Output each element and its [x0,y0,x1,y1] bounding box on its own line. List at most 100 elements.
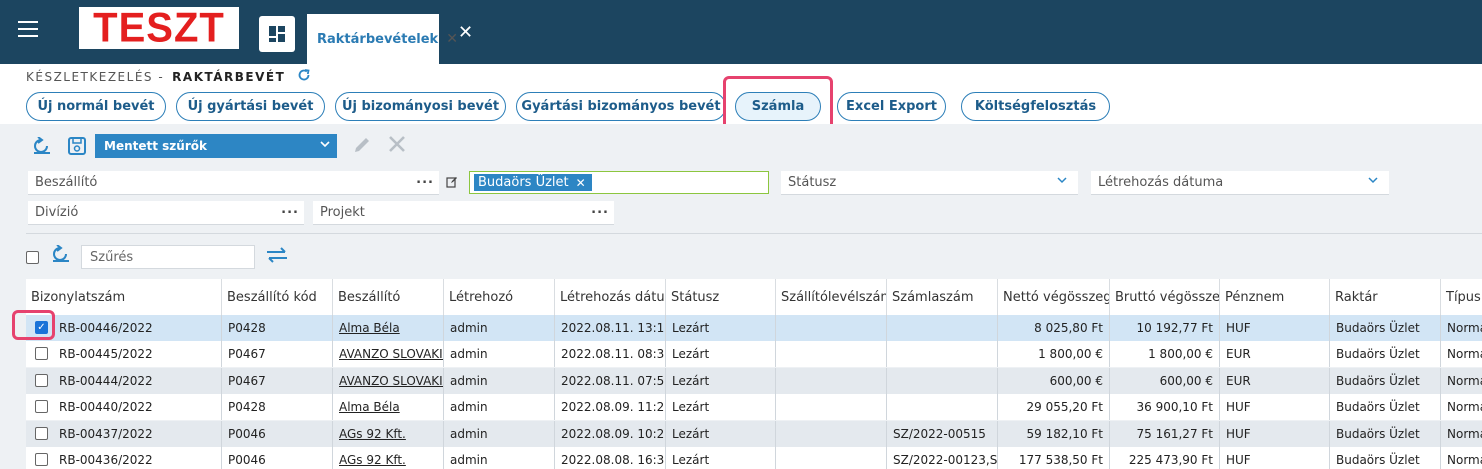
column-header[interactable]: Létrehozó [444,279,555,315]
more-icon[interactable]: ... [281,202,299,217]
cell-supplier[interactable]: AVANZO SLOVAKIA [333,341,444,368]
menu-icon[interactable] [18,21,38,37]
cell-supplier[interactable]: Alma Béla [333,315,444,341]
tab-raktarbevetelek[interactable]: Raktárbevételek ✕ [307,14,458,64]
column-header[interactable]: Bizonylatszám [26,279,222,315]
cell-delivery [776,341,887,368]
breadcrumb: KÉSZLETKEZELÉS - RAKTÁRBEVÉT [26,68,311,86]
saved-filters-dropdown[interactable]: Mentett szűrők [95,134,337,158]
table-row[interactable]: RB-00446/2022 P0428 Alma Béla admin 2022.08.… [26,315,1482,341]
cell-currency: HUF [1220,447,1330,469]
cell-gross: 1 800,00 € [1110,341,1220,368]
swap-columns-icon[interactable] [266,247,288,268]
cell-net: 1 800,00 € [998,341,1110,368]
table-row[interactable]: RB-00444/2022 P0467 AVANZO SLOVAKIA admin 20… [26,367,1482,394]
column-header[interactable]: Státusz [666,279,776,315]
cell-warehouse: Budaörs Üzlet [1330,394,1441,421]
table-row[interactable]: RB-00445/2022 P0467 AVANZO SLOVAKIA admin 20… [26,341,1482,368]
refresh-icon[interactable] [297,68,311,86]
cell-gross: 10 192,77 Ft [1110,315,1220,341]
edit-filter-icon[interactable] [352,135,372,160]
chevron-down-icon [1056,174,1068,189]
column-header[interactable]: Bruttó végösszeg [1110,279,1220,315]
delete-filter-icon[interactable] [388,135,406,158]
column-header[interactable]: Típus [1441,279,1482,315]
cell-gross: 225 473,90 Ft [1110,447,1220,469]
cell-doc: RB-00444/2022 [26,367,222,394]
cell-invoice [887,315,998,341]
cell-code: P0046 [222,447,333,469]
cell-warehouse: Budaörs Üzlet [1330,367,1441,394]
column-header[interactable]: Pénznem [1220,279,1330,315]
production-consignment-receipt-button[interactable]: Gyártási bizományos bevét [516,92,726,121]
new-normal-receipt-button[interactable]: Új normál bevét [26,92,166,121]
excel-export-button[interactable]: Excel Export [837,92,946,121]
cell-status: Lezárt [666,367,776,394]
filter-tag: Budaörs Üzlet ✕ [474,174,592,191]
new-production-receipt-button[interactable]: Új gyártási bevét [176,92,325,121]
more-icon[interactable]: ... [416,172,434,187]
tab-close-icon[interactable]: ✕ [446,31,458,47]
row-checkbox[interactable] [35,347,48,361]
select-all-checkbox[interactable] [26,251,39,264]
division-filter[interactable]: Divízió ... [28,201,304,225]
cell-supplier[interactable]: Alma Béla [333,394,444,421]
tab-label: Raktárbevételek [317,31,439,47]
status-filter[interactable]: Státusz [781,171,1078,195]
cell-supplier[interactable]: AGs 92 Kft. [333,447,444,469]
tag-remove-icon[interactable]: ✕ [576,176,586,190]
row-checkbox[interactable] [35,453,48,466]
warehouse-filter[interactable]: Budaörs Üzlet ✕ [469,171,769,194]
cell-type: Normál [1447,321,1482,335]
refresh-list-icon[interactable] [51,244,71,268]
created-date-filter[interactable]: Létrehozás dátuma [1091,171,1389,195]
column-header[interactable]: Beszállító [333,279,444,315]
row-checkbox[interactable] [35,426,48,440]
cell-supplier[interactable]: AGs 92 Kft. [333,420,444,447]
save-filter-icon[interactable] [66,135,88,157]
division-filter-placeholder: Divízió [35,205,79,220]
breadcrumb-parent[interactable]: KÉSZLETKEZELÉS - [26,70,164,84]
cell-currency: EUR [1220,367,1330,394]
column-header[interactable]: Nettó végösszeg [998,279,1110,315]
supplier-filter[interactable]: Beszállító ... [28,171,439,195]
cell-net: 59 182,10 Ft [998,420,1110,447]
row-checkbox[interactable] [35,400,48,414]
column-header[interactable]: Szállítólevélszám [776,279,887,315]
cell-creator: admin [444,394,555,421]
list-search-input[interactable]: Szűrés [81,245,255,269]
cell-warehouse: Budaörs Üzlet [1330,447,1441,469]
column-header[interactable]: Számlaszám [887,279,998,315]
top-bar: TESZT Raktárbevételek ✕ ✕ [0,0,1482,64]
cell-type: Normál [1447,347,1482,362]
cell-code: P0467 [222,367,333,394]
table-row[interactable]: RB-00436/2022 P0046 AGs 92 Kft. admin 2022.0… [26,447,1482,469]
cell-invoice [887,367,998,394]
cell-date: 2022.08.09. 11:26 [555,394,666,421]
more-icon[interactable]: ... [591,202,609,217]
row-checkbox[interactable] [35,373,48,387]
dashboard-button[interactable] [259,16,295,52]
logo[interactable]: TESZT [79,7,239,49]
cell-currency: HUF [1220,394,1330,421]
edit-icon[interactable] [446,176,458,191]
cell-invoice: SZ/2022-00123,SZ/ [887,447,998,469]
column-header[interactable]: Raktár [1330,279,1441,315]
cell-type: Normál [1447,426,1482,441]
close-all-tabs-icon[interactable]: ✕ [458,22,473,43]
new-consignment-receipt-button[interactable]: Új bizományosi bevét [335,92,506,121]
table-row[interactable]: RB-00440/2022 P0428 Alma Béla admin 2022.08.… [26,394,1482,421]
column-header[interactable]: Beszállító kód [222,279,333,315]
cell-delivery [776,315,887,341]
column-header[interactable]: Létrehozás dátuma [555,279,666,315]
created-date-filter-placeholder: Létrehozás dátuma [1098,175,1224,190]
cell-type: Normál [1447,453,1482,467]
cell-invoice [887,341,998,368]
chevron-down-icon [319,138,331,153]
project-filter[interactable]: Projekt ... [313,201,614,225]
cell-supplier[interactable]: AVANZO SLOVAKIA [333,367,444,394]
reset-filter-icon[interactable] [31,135,53,157]
cost-allocation-button[interactable]: Költségfelosztás [961,92,1110,121]
logo-text: TESZT [93,4,225,52]
table-row[interactable]: RB-00437/2022 P0046 AGs 92 Kft. admin 2022.0… [26,420,1482,447]
